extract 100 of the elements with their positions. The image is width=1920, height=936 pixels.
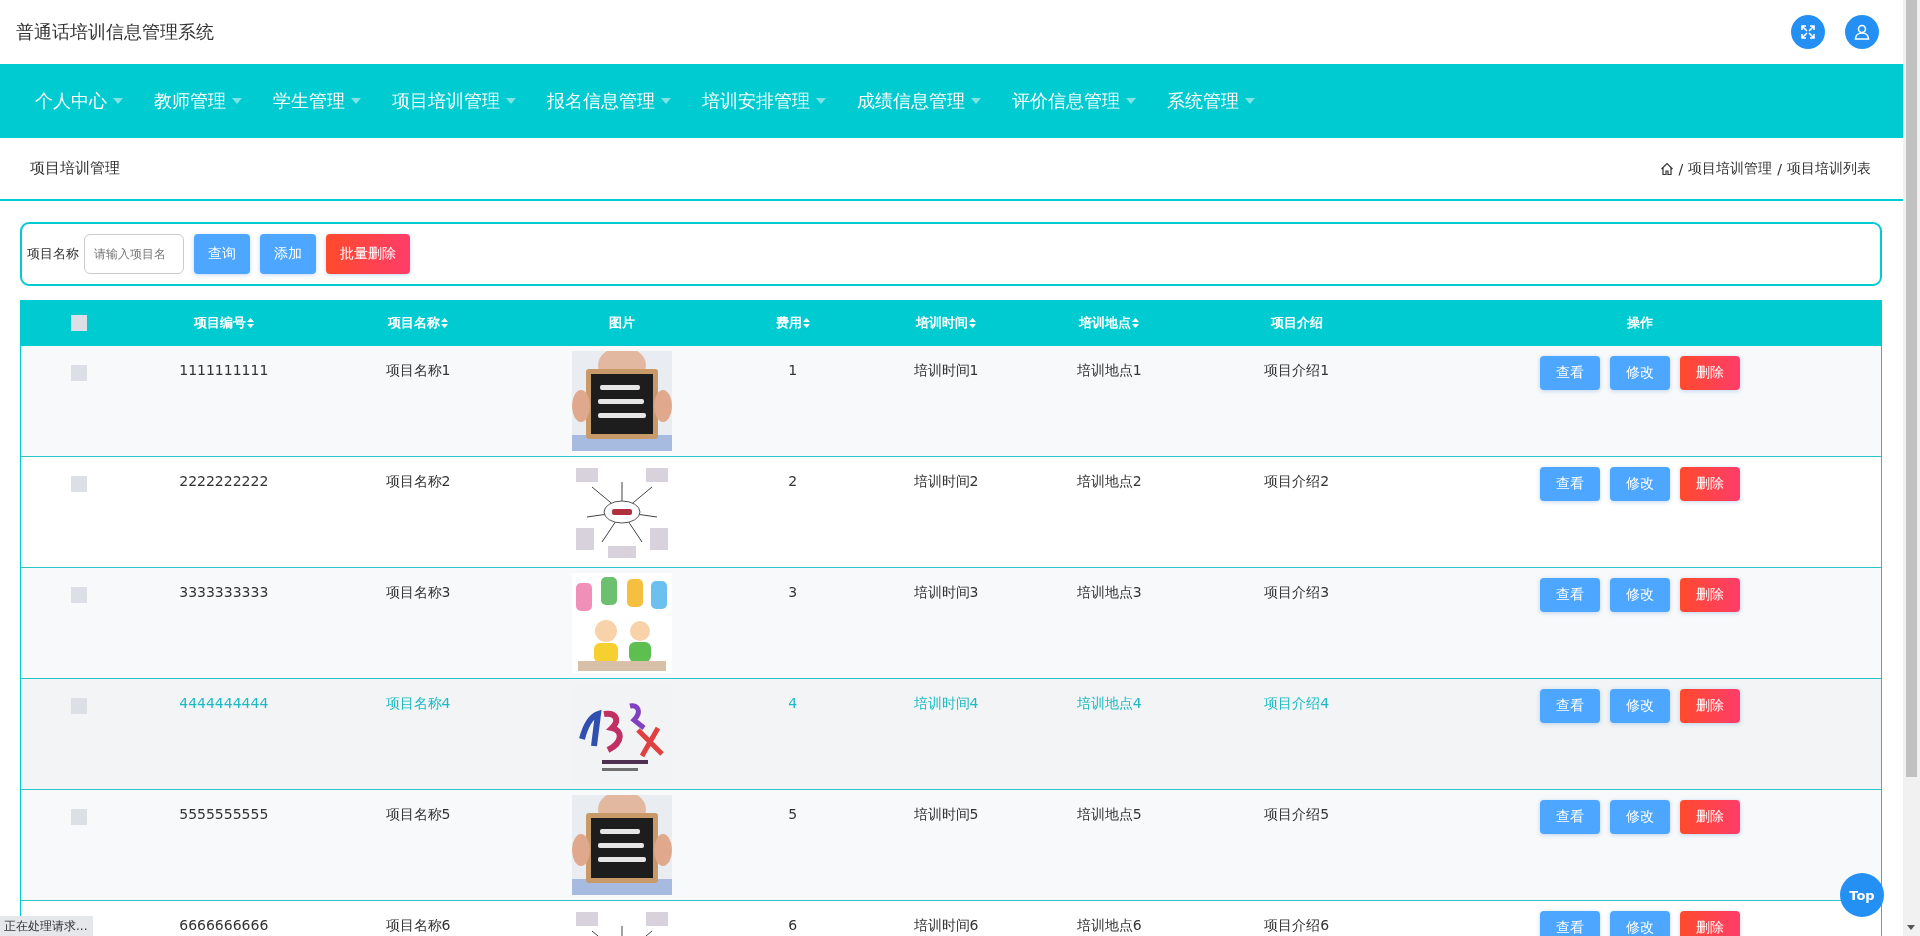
delete-button[interactable]: 删除 [1680,356,1741,390]
column-header[interactable]: 图片 [525,314,719,332]
delete-button[interactable]: 删除 [1680,467,1741,501]
breadcrumb-item: 项目培训列表 [1787,159,1871,178]
caret-icon [1126,98,1136,104]
nav-menu-item[interactable]: 项目培训管理 [392,89,516,113]
breadcrumb-item[interactable]: 项目培训管理 [1688,159,1773,178]
table-cell: 项目名称1 [385,362,451,380]
breadcrumb-separator: / [1777,160,1782,177]
home-icon[interactable] [1659,161,1674,176]
table-cell: 2 [788,473,798,489]
table-cell: 培训时间1 [913,362,979,380]
table-cell: 培训时间6 [913,917,979,935]
column-header[interactable]: 项目介绍 [1193,314,1400,332]
row-action-button[interactable]: 修改 [1610,578,1671,612]
table-cell: 5555555555 [179,806,269,822]
sort-icon[interactable] [441,318,449,328]
table-cell: 5 [788,806,798,822]
caret-icon [1245,98,1255,104]
row-action-button[interactable]: 查看 [1540,578,1601,612]
scrollbar[interactable] [1903,0,1920,936]
table-cell: 4 [788,695,798,711]
table-cell: 培训时间5 [913,806,979,824]
toolbar-button[interactable]: 查询 [194,234,250,274]
toolbar-button[interactable]: 添加 [260,234,316,274]
table-cell: 项目介绍3 [1264,584,1330,602]
row-action-button[interactable]: 查看 [1540,800,1601,834]
nav-menu-item[interactable]: 培训安排管理 [702,89,826,113]
column-header[interactable]: 费用 [718,314,868,332]
table-cell: 项目名称6 [385,917,451,935]
table-cell: 项目名称3 [385,584,451,602]
row-checkbox[interactable] [70,587,87,603]
column-header[interactable]: 操作 [1399,314,1881,332]
column-header[interactable]: 项目编号 [136,314,311,332]
nav-menu-item[interactable]: 学生管理 [273,89,361,113]
table-cell: 培训时间4 [913,695,979,713]
status-bar-text: 正在处理请求... [0,916,94,936]
row-checkbox[interactable] [70,809,87,825]
table-cell: 项目名称5 [385,806,451,824]
nav-menu-item[interactable]: 报名信息管理 [547,89,671,113]
table-cell: 培训地点1 [1076,362,1142,380]
caret-icon [113,98,123,104]
caret-icon [971,98,981,104]
nav-menu-item[interactable]: 评价信息管理 [1012,89,1136,113]
row-action-button[interactable]: 查看 [1540,689,1601,723]
row-checkbox[interactable] [70,365,87,381]
table-cell: 项目介绍4 [1264,695,1330,713]
row-action-button[interactable]: 修改 [1610,467,1671,501]
search-field[interactable]: 请输入项目名 [84,234,184,274]
batch-delete-button[interactable]: 批量删除 [326,234,410,274]
row-action-button[interactable]: 查看 [1540,911,1601,936]
row-action-button[interactable]: 查看 [1540,467,1601,501]
caret-icon [661,98,671,104]
table-cell: 项目介绍1 [1264,362,1330,380]
table-cell: 3 [788,584,798,600]
app-title: 普通话培训信息管理系统 [16,20,214,44]
table-cell: 3333333333 [179,584,269,600]
table-cell: 1 [788,362,798,378]
nav-menu-item[interactable]: 教师管理 [154,89,242,113]
delete-button[interactable]: 删除 [1680,800,1741,834]
row-action-button[interactable]: 修改 [1610,911,1671,936]
table-cell: 项目名称4 [385,695,451,713]
row-action-button[interactable]: 修改 [1610,689,1671,723]
sort-icon[interactable] [1132,318,1140,328]
table-cell: 培训地点5 [1076,806,1142,824]
delete-button[interactable]: 删除 [1680,689,1741,723]
table-cell: 项目介绍5 [1264,806,1330,824]
table-cell: 培训时间2 [913,473,979,491]
table-cell: 培训地点4 [1076,695,1142,713]
nav-menu-item[interactable]: 个人中心 [35,89,123,113]
page-title: 项目培训管理 [30,159,120,178]
user-icon [1853,23,1871,41]
table-cell: 培训地点6 [1076,917,1142,935]
user-button[interactable] [1845,15,1879,49]
sort-icon[interactable] [969,318,976,328]
delete-button[interactable]: 删除 [1680,578,1741,612]
column-header[interactable]: 项目名称 [310,314,526,332]
sort-icon[interactable] [802,318,810,328]
caret-icon [232,98,242,104]
row-checkbox[interactable] [70,476,87,492]
fullscreen-button[interactable] [1791,15,1825,49]
nav-menu-item[interactable]: 系统管理 [1167,89,1255,113]
delete-button[interactable]: 删除 [1680,911,1741,936]
caret-icon [816,98,826,104]
nav-menu-item[interactable]: 成绩信息管理 [857,89,981,113]
scroll-down-icon[interactable] [1907,925,1915,930]
column-header[interactable]: 培训时间 [867,314,1025,332]
table-cell: 2222222222 [179,473,269,489]
table-cell: 培训地点2 [1076,473,1142,491]
fullscreen-icon [1800,24,1816,40]
table-cell: 项目名称2 [385,473,451,491]
table-cell: 6 [788,917,798,933]
table-cell: 6666666666 [179,917,269,933]
sort-icon[interactable] [246,318,254,328]
select-all-checkbox[interactable] [70,315,87,331]
column-header[interactable]: 培训地点 [1024,314,1194,332]
row-action-button[interactable]: 修改 [1610,800,1671,834]
row-action-button[interactable]: 查看 [1540,356,1601,390]
table-cell: 1111111111 [179,362,269,378]
row-action-button[interactable]: 修改 [1610,356,1671,390]
